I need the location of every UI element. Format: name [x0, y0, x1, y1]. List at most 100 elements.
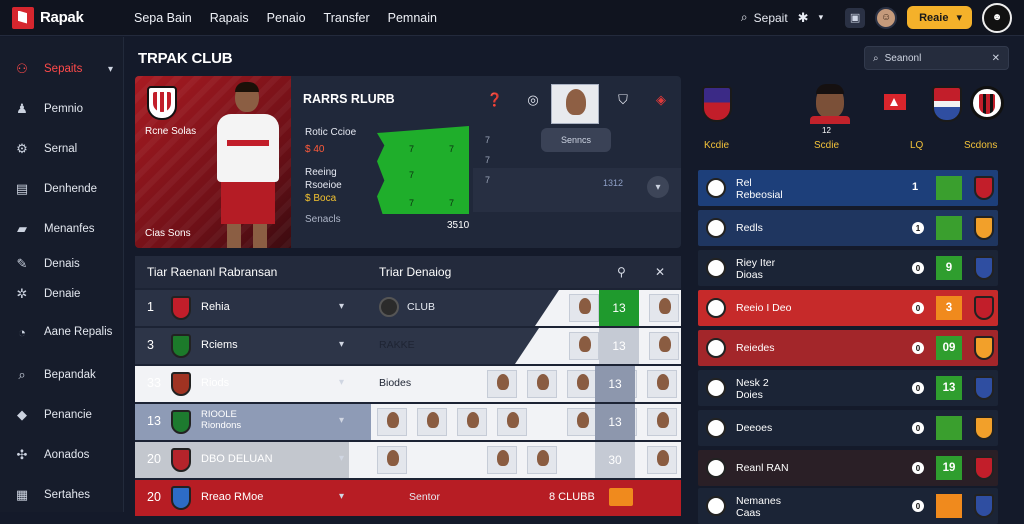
chevron-down-icon[interactable]: ▾ — [339, 301, 344, 312]
star-icon[interactable]: ✱ — [798, 10, 809, 26]
item-label: Nemanes Caas — [736, 495, 781, 519]
player-thumb[interactable] — [647, 408, 677, 436]
main-nav: Sepa Bain Rapais Penaio Transfer Pemnain — [134, 11, 437, 25]
search-icon: ⌕ — [740, 10, 748, 24]
filter-icon[interactable]: ⚲ — [617, 265, 626, 279]
table-row[interactable]: 3 Rciems ▾ RAKKE 13 — [135, 328, 681, 364]
sidebar-item-denais[interactable]: ✎ Denais — [0, 249, 123, 279]
player-thumb[interactable] — [567, 408, 597, 436]
nav-item-pemnain[interactable]: Pemnain — [388, 11, 437, 25]
chevron-down-icon[interactable]: ▾ — [819, 12, 824, 23]
top-search[interactable]: ⌕ Sepait — [741, 10, 788, 25]
scores-label: Scdons — [964, 140, 998, 151]
list-item[interactable]: Deeoes 0 — [698, 410, 998, 446]
settings-icon: ✲ — [16, 286, 28, 301]
club-crest-icon — [974, 176, 994, 200]
dot-value: 7 — [485, 175, 491, 185]
player-thumb[interactable] — [649, 294, 679, 322]
player-thumb[interactable] — [569, 294, 599, 322]
player-thumb[interactable] — [377, 408, 407, 436]
lock-icon[interactable]: ▣ — [845, 7, 866, 28]
sidebar-item-denhende[interactable]: ▤ Denhende — [0, 169, 123, 209]
profile-avatar[interactable]: ☻ — [982, 2, 1012, 33]
sidebar-item-sepaits[interactable]: ⚇ Sepaits ▾ — [0, 49, 123, 89]
sidebar-item-aonados[interactable]: ✣ Aonados — [0, 435, 123, 475]
rankings-panel: Tiar Raenanl Rabransan Triar Denaiog ⚲ ✕… — [135, 256, 681, 516]
club-crest-icon — [706, 338, 726, 358]
club-crest-icon — [974, 216, 994, 240]
player-thumb[interactable] — [487, 370, 517, 398]
rival-name: Sentor — [409, 491, 440, 503]
sidebar-item-penancie[interactable]: ◆ Penancie — [0, 395, 123, 435]
list-item[interactable]: Rel Rebeosial 1 — [698, 170, 998, 206]
list-item[interactable]: Redls 1 — [698, 210, 998, 246]
club-label: Kcdie — [704, 140, 730, 151]
player-thumb[interactable] — [647, 446, 677, 474]
sidebar-item-label: Sernal — [44, 143, 78, 155]
nav-item-transfer[interactable]: Transfer — [324, 11, 370, 25]
target-icon[interactable]: ◎ — [523, 90, 543, 110]
shield-icon[interactable]: ⛉ — [613, 90, 633, 110]
player-photo[interactable] — [551, 84, 599, 124]
sidebar-item-bepandak[interactable]: ⌕ Bepandak — [0, 355, 123, 395]
sidebar-item-denaie[interactable]: ✲ Denaie — [0, 279, 123, 309]
sidebar-item-menanfes[interactable]: ▰ Menanfes — [0, 209, 123, 249]
club-name: DBO DELUAN — [201, 453, 273, 465]
chevron-down-icon[interactable]: ▾ — [339, 339, 344, 350]
sidebar-item-aane-repalis[interactable]: ◔ Aane Repalis — [0, 309, 123, 355]
player-portrait — [207, 82, 291, 248]
list-item[interactable]: Reanl RAN 0 19 — [698, 450, 998, 486]
hero-pill[interactable]: Senncs — [541, 128, 611, 152]
player-thumb[interactable] — [497, 408, 527, 436]
item-badge — [936, 216, 962, 240]
stat-label: Senacls — [305, 214, 341, 225]
app-logo[interactable]: Rapak — [12, 6, 124, 29]
chevron-down-icon[interactable]: ▾ — [647, 176, 669, 198]
sidebar-item-pemnio[interactable]: ♟ Pemnio — [0, 89, 123, 129]
club-crest-icon — [171, 296, 191, 320]
nav-item-rapais[interactable]: Rapais — [210, 11, 249, 25]
list-item[interactable]: Reiedes 0 09 — [698, 330, 998, 366]
table-row[interactable]: 33 Riods ▾ Biodes 13 — [135, 366, 681, 402]
club-name: Riods — [201, 377, 230, 389]
score-cell: 30 — [595, 442, 635, 478]
table-row[interactable]: 20DBO DELUAN▾Ribos30 — [135, 442, 681, 478]
list-item[interactable]: Reeio I Deo 0 3 — [698, 290, 998, 326]
player-thumb[interactable] — [567, 370, 597, 398]
club-crest-icon — [706, 458, 726, 478]
table-row[interactable]: 13 RIOOLE Riondons ▾ 13 — [135, 404, 681, 440]
search-input[interactable]: ⌕ Seanonl ✕ — [864, 46, 1009, 70]
nav-item-sepa-bain[interactable]: Sepa Bain — [134, 11, 192, 25]
player-thumb[interactable] — [569, 332, 599, 360]
player-thumb[interactable] — [649, 332, 679, 360]
item-label: Reanl RAN — [736, 462, 789, 474]
sidebar-item-sertahes[interactable]: ▦ Sertahes — [0, 475, 123, 515]
club-crest-icon — [974, 416, 994, 440]
gold-action-button[interactable]: Reaie ▾ — [907, 6, 972, 29]
player-thumb[interactable] — [527, 370, 557, 398]
avatar[interactable]: ☺ — [875, 6, 898, 29]
player-thumb[interactable] — [487, 446, 517, 474]
table-row[interactable]: 1 Rehia ▾ CLUB 13 — [135, 290, 681, 326]
chevron-down-icon[interactable]: ▾ — [339, 453, 344, 464]
chevron-down-icon[interactable]: ▾ — [339, 415, 344, 426]
player-thumb[interactable] — [647, 370, 677, 398]
player-thumb[interactable] — [417, 408, 447, 436]
table-row[interactable]: 20 Rreao RMoe ▾ Sentor 8 CLUBB — [135, 480, 681, 516]
close-icon[interactable]: ✕ — [992, 53, 1000, 64]
list-item[interactable]: Nemanes Caas 0 — [698, 488, 998, 524]
hero-club-label: Rcne Solas — [145, 126, 197, 137]
player-thumb[interactable] — [457, 408, 487, 436]
tag-icon[interactable]: ◈ — [651, 90, 671, 110]
chevron-down-icon[interactable]: ▾ — [339, 377, 344, 388]
list-item[interactable]: Nesk 2 Doies 0 13 — [698, 370, 998, 406]
player-thumb[interactable] — [377, 446, 407, 474]
close-icon[interactable]: ✕ — [655, 265, 665, 279]
item-count: 0 — [912, 262, 924, 274]
nav-item-penaio[interactable]: Penaio — [267, 11, 306, 25]
question-icon[interactable]: ❓ — [485, 90, 505, 110]
player-thumb[interactable] — [527, 446, 557, 474]
chevron-down-icon[interactable]: ▾ — [339, 491, 344, 502]
sidebar-item-sernal[interactable]: ⚙ Sernal — [0, 129, 123, 169]
list-item[interactable]: Riey Iter Dioas 0 9 — [698, 250, 998, 286]
